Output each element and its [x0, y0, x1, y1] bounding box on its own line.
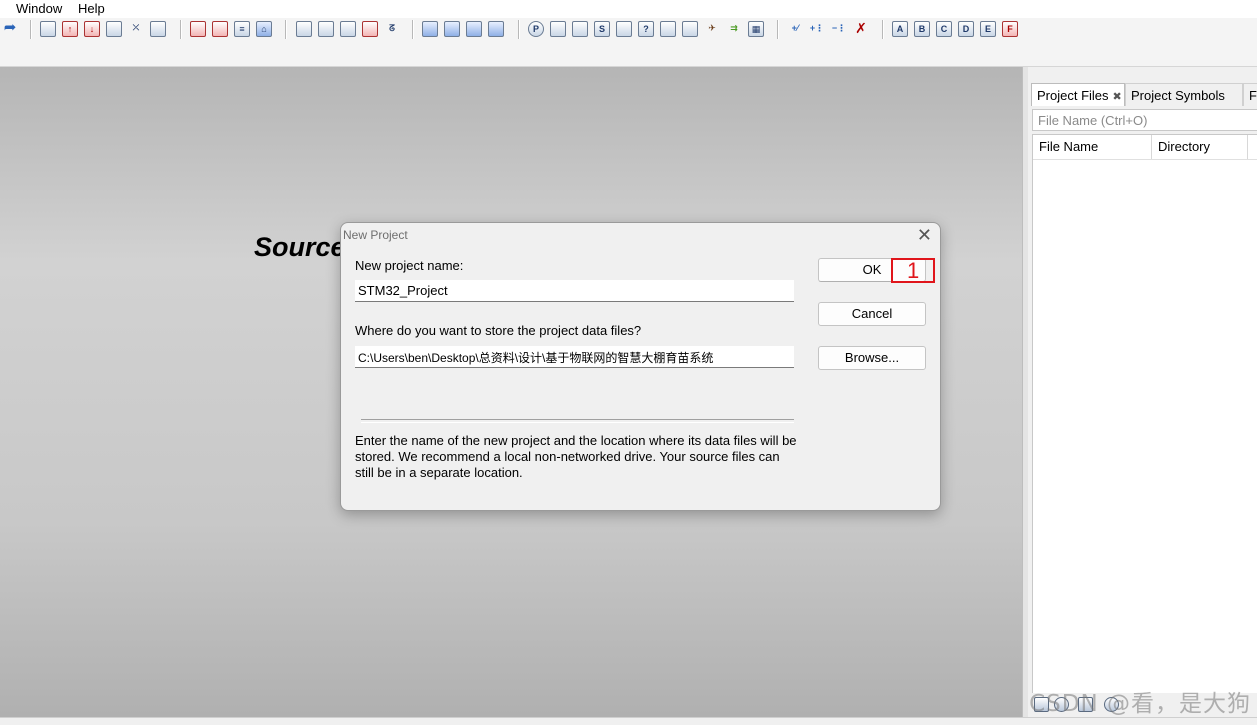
cancel-button[interactable]: Cancel	[818, 302, 926, 326]
relation-window-icon[interactable]	[572, 21, 588, 37]
c-icon[interactable]: C	[936, 21, 952, 37]
dialog-title: New Project	[343, 228, 408, 242]
step-annotation: 1	[891, 258, 935, 283]
window-cascade-icon[interactable]	[488, 21, 504, 37]
zoom-close-icon[interactable]: ✗	[853, 21, 869, 37]
window-tile-icon[interactable]	[422, 21, 438, 37]
browse-window-icon[interactable]	[550, 21, 566, 37]
file-list[interactable]: File Name Directory	[1032, 134, 1257, 694]
new-file-icon[interactable]	[40, 21, 56, 37]
overview-icon[interactable]	[682, 21, 698, 37]
toolbar: ➦ ↑ ↓ ⤫ ≡ ⌂ ᘔ P S ? ✈ ⇉ ▦ +⁄ +⋮ −⋮ ✗ A B…	[0, 18, 1257, 42]
project-window-icon[interactable]: P	[528, 21, 544, 37]
sync-icon[interactable]: ✈	[704, 21, 720, 37]
d-icon[interactable]: D	[958, 21, 974, 37]
source-label: Source	[254, 232, 346, 262]
dialog-divider	[361, 419, 794, 423]
column-file-name[interactable]: File Name	[1033, 135, 1152, 159]
tab-label: Project Symbols	[1131, 88, 1225, 103]
a-icon[interactable]: A	[892, 21, 908, 37]
f-icon[interactable]: F	[1002, 21, 1018, 37]
project-name-label: New project name:	[355, 258, 464, 273]
symbol-window-icon[interactable]: S	[594, 21, 610, 37]
tab-label: Fc	[1249, 88, 1257, 103]
relation-icon[interactable]: ᘔ	[384, 21, 400, 37]
tab-more[interactable]: Fc	[1243, 83, 1257, 106]
location-label: Where do you want to store the project d…	[355, 323, 642, 338]
window-vert-icon[interactable]	[466, 21, 482, 37]
clip-window-icon[interactable]	[660, 21, 676, 37]
find-icon[interactable]: ⤫	[128, 21, 144, 37]
book-icon[interactable]	[340, 21, 356, 37]
new-project-dialog: New Project ✕ New project name: STM32_Pr…	[340, 222, 941, 511]
outdent-icon[interactable]: ⌂	[256, 21, 272, 37]
symbol-icon[interactable]	[318, 21, 334, 37]
file-search-input[interactable]: File Name (Ctrl+O)	[1032, 109, 1257, 131]
menu-window[interactable]: Window	[16, 1, 62, 16]
project-icon[interactable]	[296, 21, 312, 37]
open-file-icon[interactable]: ↑	[62, 21, 78, 37]
e-icon[interactable]: E	[980, 21, 996, 37]
close-icon[interactable]: ✕	[917, 225, 932, 246]
window-horiz-icon[interactable]	[444, 21, 460, 37]
build-icon[interactable]: ⇉	[726, 21, 742, 37]
location-input[interactable]: C:\Users\ben\Desktop\总资料\设计\基于物联网的智慧大棚育苗…	[355, 346, 794, 368]
close-icon[interactable]: ✖	[1113, 91, 1122, 103]
zoom-in-icon[interactable]: +⁄	[787, 21, 803, 37]
file-list-header: File Name Directory	[1033, 135, 1257, 160]
bookmark-next-icon[interactable]	[212, 21, 228, 37]
tab-project-symbols[interactable]: Project Symbols	[1125, 83, 1243, 106]
project-panel: Project Files ✖ Project Symbols Fc File N…	[1028, 67, 1257, 717]
column-directory[interactable]: Directory	[1152, 135, 1248, 159]
watermark: CSDN @看，是大狗	[1029, 691, 1251, 717]
save-icon[interactable]: ↓	[84, 21, 100, 37]
b-icon[interactable]: B	[914, 21, 930, 37]
context-icon[interactable]: ?	[638, 21, 654, 37]
browse-button[interactable]: Browse...	[818, 346, 926, 370]
zoom-remove-icon[interactable]: −⋮	[831, 21, 847, 37]
bookmark-prev-icon[interactable]	[190, 21, 206, 37]
dialog-hint: Enter the name of the new project and th…	[355, 433, 797, 480]
browse-icon[interactable]	[150, 21, 166, 37]
menu-bar: Window Help	[0, 0, 1257, 18]
layout-icon[interactable]: ▦	[748, 21, 764, 37]
menu-help[interactable]: Help	[78, 1, 105, 16]
zoom-add-icon[interactable]: +⋮	[809, 21, 825, 37]
secondary-toolbar	[0, 42, 1257, 67]
tab-label: Project Files	[1037, 88, 1109, 103]
jump-icon[interactable]	[362, 21, 378, 37]
panel-tabs: Project Files ✖ Project Symbols Fc	[1031, 83, 1257, 107]
redo-icon[interactable]: ➦	[2, 20, 18, 37]
save-all-icon[interactable]	[106, 21, 122, 37]
project-name-input[interactable]: STM32_Project	[355, 280, 794, 302]
lookup-icon[interactable]	[616, 21, 632, 37]
tab-project-files[interactable]: Project Files ✖	[1031, 83, 1125, 106]
indent-icon[interactable]: ≡	[234, 21, 250, 37]
